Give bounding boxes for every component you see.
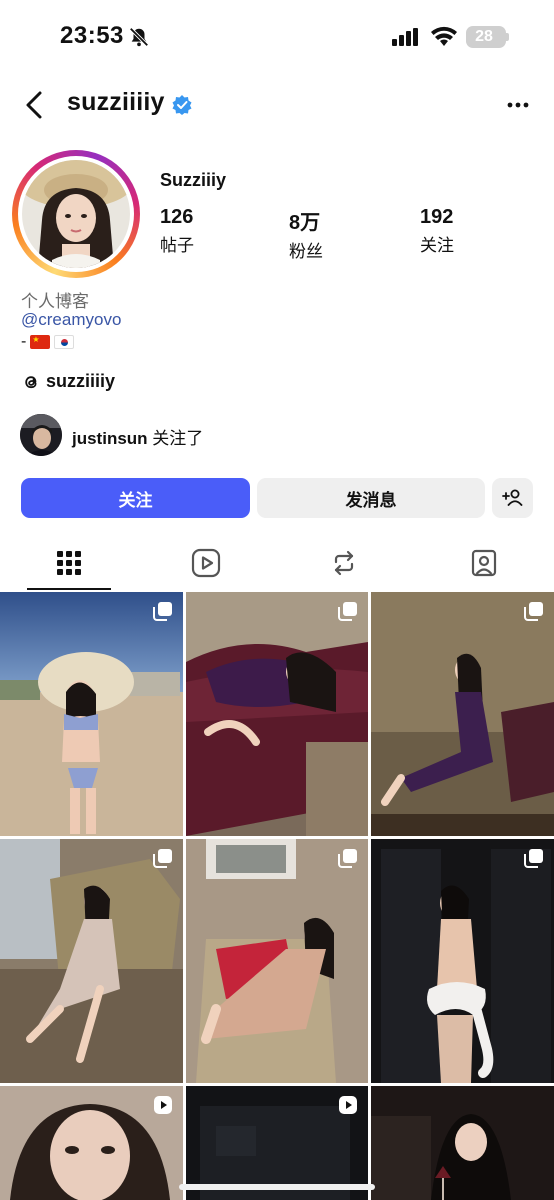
post-image-armchair xyxy=(186,839,368,1083)
avatar-image xyxy=(22,160,130,268)
south-korea-flag-icon xyxy=(54,335,75,349)
display-name: Suzziiiy xyxy=(160,170,227,190)
carousel-icon xyxy=(338,849,357,868)
stat-following[interactable]: 192 关注 xyxy=(420,206,454,256)
threads-username[interactable]: suzziiiiy xyxy=(46,371,115,392)
status-bar: 23:53 28 xyxy=(0,0,554,74)
bio-mention-link[interactable]: @creamyovo xyxy=(21,310,121,330)
tab-posts-grid[interactable] xyxy=(52,546,86,580)
tab-reels[interactable] xyxy=(189,546,223,580)
tab-reposts[interactable] xyxy=(327,546,361,580)
followed-by-suffix: 关注了 xyxy=(147,429,204,448)
mutual-follower-name: justinsun xyxy=(72,429,148,448)
stat-posts[interactable]: 126 帖子 xyxy=(160,206,194,256)
carousel-icon xyxy=(524,602,543,621)
carousel-icon xyxy=(153,849,172,868)
status-time: 23:53 xyxy=(60,22,124,49)
reel-icon xyxy=(154,1096,172,1114)
bell-off-icon xyxy=(129,27,149,47)
stat-followers[interactable]: 8万 粉丝 xyxy=(289,206,323,262)
carousel-icon xyxy=(153,602,172,621)
post-tile[interactable] xyxy=(0,839,183,1083)
post-tile[interactable] xyxy=(186,839,368,1083)
avatar-border xyxy=(18,156,134,272)
post-image-sofa xyxy=(186,592,368,836)
bio-dash: - xyxy=(21,333,27,350)
post-image-beach xyxy=(0,592,183,836)
post-tile[interactable] xyxy=(371,592,554,836)
battery-level: 28 xyxy=(475,28,493,45)
reels-icon xyxy=(191,548,221,578)
post-tile[interactable] xyxy=(186,1086,368,1200)
story-ring[interactable] xyxy=(12,150,140,278)
back-arrow-icon[interactable] xyxy=(22,88,50,122)
bio-flags: - xyxy=(21,333,75,351)
stat-followers-label: 粉丝 xyxy=(289,242,323,261)
reel-icon xyxy=(339,1096,357,1114)
post-tile[interactable] xyxy=(186,592,368,836)
battery-tip xyxy=(506,33,509,41)
post-image-dress xyxy=(371,592,554,836)
post-image-feather-dress xyxy=(371,839,554,1083)
carousel-icon xyxy=(338,602,357,621)
threads-icon[interactable] xyxy=(21,372,41,392)
bio-category: 个人博客 xyxy=(21,292,89,311)
followed-by-text[interactable]: justinsun 关注了 xyxy=(72,424,203,449)
stat-posts-value: 126 xyxy=(160,206,194,228)
add-person-icon xyxy=(501,489,522,506)
post-tile[interactable] xyxy=(371,839,554,1083)
post-tile[interactable] xyxy=(371,1086,554,1200)
mutual-follower-avatar[interactable] xyxy=(20,414,62,456)
suggested-users-button[interactable] xyxy=(492,478,533,518)
profile-avatar[interactable] xyxy=(22,160,130,268)
tab-tagged[interactable] xyxy=(467,546,501,580)
message-button[interactable]: 发消息 xyxy=(257,478,485,518)
cellular-signal-icon xyxy=(392,28,418,46)
verified-badge-icon xyxy=(172,95,192,115)
follow-button[interactable]: 关注 xyxy=(21,478,250,518)
post-tile[interactable] xyxy=(0,592,183,836)
mutual-follower-image xyxy=(20,414,62,456)
carousel-icon xyxy=(524,849,543,868)
stat-posts-label: 帖子 xyxy=(160,236,194,255)
profile-username: suzziiiiy xyxy=(67,88,165,116)
stat-following-value: 192 xyxy=(420,206,454,228)
china-flag-icon xyxy=(30,335,51,349)
grid-icon xyxy=(57,551,81,575)
post-image-floor xyxy=(0,839,183,1083)
wifi-icon xyxy=(431,26,457,46)
post-image-wine xyxy=(371,1086,554,1200)
battery-indicator: 28 xyxy=(466,26,506,48)
stat-followers-value: 8万 xyxy=(289,212,321,234)
tagged-icon xyxy=(471,549,497,577)
stat-following-label: 关注 xyxy=(420,236,454,255)
post-tile[interactable] xyxy=(0,1086,183,1200)
reposts-icon xyxy=(334,550,354,576)
posts-grid xyxy=(0,592,554,1200)
home-indicator[interactable] xyxy=(179,1184,375,1190)
more-options-icon[interactable] xyxy=(504,96,532,114)
active-tab-indicator xyxy=(27,588,111,590)
